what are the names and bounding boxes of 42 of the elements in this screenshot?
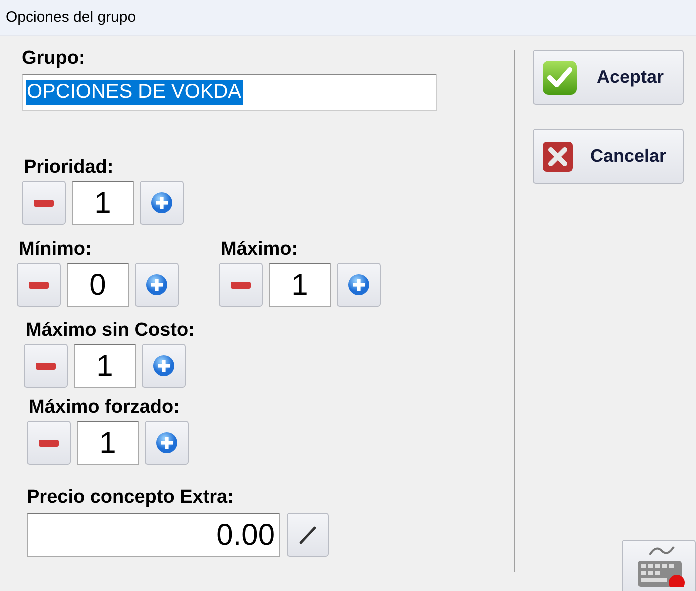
field-label: Máximo forzado: [28, 397, 181, 419]
number-field[interactable]: 1 [77, 421, 139, 465]
edit-button[interactable] [287, 513, 329, 557]
group-name-field[interactable]: OPCIONES DE VOKDA [22, 74, 437, 111]
plus-icon [348, 274, 370, 296]
increment-button[interactable] [142, 344, 186, 388]
decrement-button[interactable] [24, 344, 68, 388]
minus-icon [34, 200, 54, 206]
number-field[interactable]: 1 [269, 263, 331, 307]
checkmark-icon [542, 60, 578, 96]
number-field[interactable]: 0 [67, 263, 129, 307]
minus-icon [36, 362, 56, 370]
increment-button[interactable] [145, 421, 189, 465]
plus-icon [151, 192, 173, 214]
decrement-button[interactable] [17, 263, 61, 307]
plus-icon [146, 274, 168, 296]
number-field[interactable]: 1 [72, 181, 134, 225]
cancel-button[interactable]: Cancelar [533, 129, 684, 184]
plus-icon [153, 355, 175, 377]
field-label: Mínimo: [18, 239, 93, 261]
accept-button[interactable]: Aceptar [533, 50, 684, 105]
plus-icon [156, 432, 178, 454]
decrement-button[interactable] [27, 421, 71, 465]
increment-button[interactable] [337, 263, 381, 307]
decrement-button[interactable] [22, 181, 66, 225]
pen-icon [298, 525, 318, 545]
field-label: Máximo sin Costo: [25, 320, 196, 342]
number-field[interactable]: 1 [74, 344, 136, 388]
field-label: Grupo: [22, 48, 86, 70]
minus-icon [29, 282, 49, 288]
increment-button[interactable] [140, 181, 184, 225]
window-title: Opciones del grupo [5, 9, 136, 26]
field-label: Precio concepto Extra: [27, 487, 235, 509]
minus-icon [231, 282, 251, 288]
minus-icon [39, 440, 59, 446]
increment-button[interactable] [135, 263, 179, 307]
close-icon [542, 140, 574, 172]
field-label: Prioridad: [23, 157, 115, 179]
decrement-button[interactable] [219, 263, 263, 307]
keyboard-button[interactable] [622, 540, 696, 591]
price-field[interactable]: 0.00 [27, 513, 280, 557]
field-label: Máximo: [220, 239, 300, 261]
